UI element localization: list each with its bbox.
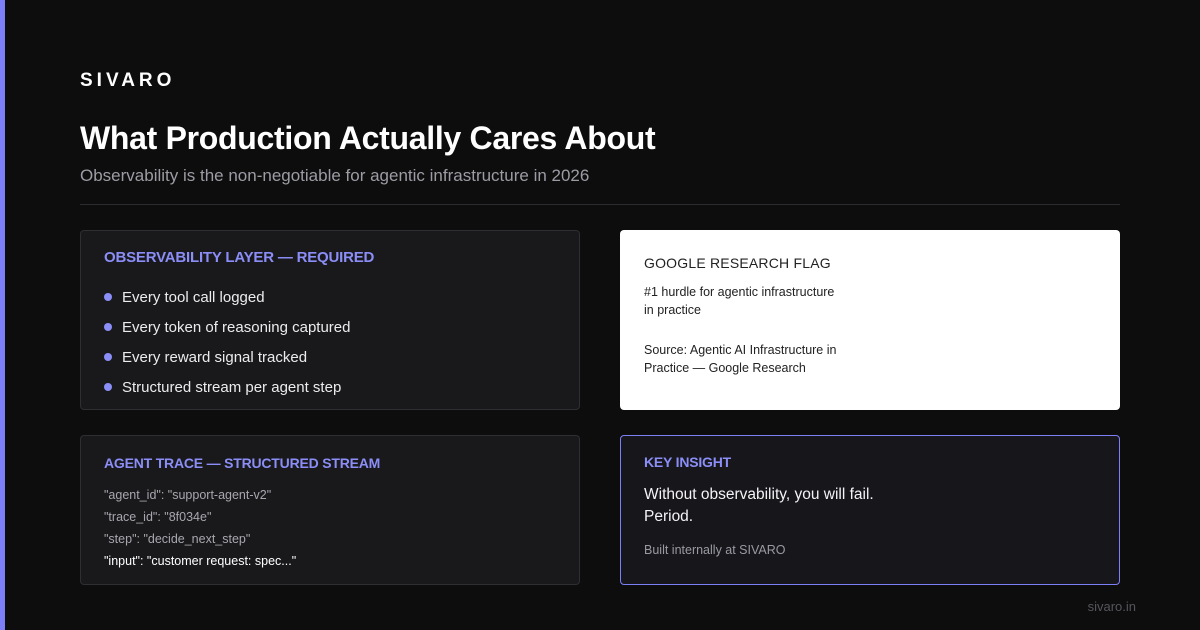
trace-card-heading: AGENT TRACE — STRUCTURED STREAM — [104, 455, 381, 471]
bullet-dot-icon — [104, 353, 112, 361]
observability-list: Every tool call logged Every token of re… — [104, 282, 556, 402]
trace-line-active: "input": "customer request: spec..." — [104, 554, 297, 568]
agent-trace-card: AGENT TRACE — STRUCTURED STREAM "agent_i… — [80, 435, 580, 585]
trace-line: "step": "decide_next_step" — [104, 532, 251, 546]
brand-logo: SIVARO — [80, 70, 176, 91]
google-card-heading: GOOGLE RESEARCH FLAG — [644, 255, 831, 271]
bullet-dot-icon — [104, 293, 112, 301]
insight-footnote: Built internally at SIVARO — [644, 543, 786, 557]
list-item: Every tool call logged — [104, 282, 556, 312]
bullet-dot-icon — [104, 383, 112, 391]
page-subtitle: Observability is the non-negotiable for … — [80, 166, 590, 185]
list-item: Every reward signal tracked — [104, 342, 556, 372]
list-item-label: Structured stream per agent step — [122, 378, 342, 396]
trace-lines: "agent_id": "support-agent-v2" "trace_id… — [104, 484, 556, 572]
list-item-label: Every token of reasoning captured — [122, 318, 351, 336]
observability-card: OBSERVABILITY LAYER — REQUIRED Every too… — [80, 230, 580, 410]
key-insight-card: KEY INSIGHT Without observability, you w… — [620, 435, 1120, 585]
google-card-source: Source: Agentic AI Infrastructure in Pra… — [644, 343, 837, 375]
header-divider — [80, 204, 1120, 205]
insight-card-heading: KEY INSIGHT — [644, 454, 732, 470]
list-item-label: Every tool call logged — [122, 288, 265, 306]
observability-card-heading: OBSERVABILITY LAYER — REQUIRED — [104, 249, 375, 266]
list-item-label: Every reward signal tracked — [122, 348, 308, 366]
trace-line: "trace_id": "8f034e" — [104, 510, 212, 524]
google-research-card: GOOGLE RESEARCH FLAG #1 hurdle for agent… — [620, 230, 1120, 410]
trace-line: "agent_id": "support-agent-v2" — [104, 488, 272, 502]
page-title: What Production Actually Cares About — [80, 120, 656, 156]
list-item: Every token of reasoning captured — [104, 312, 556, 342]
bullet-dot-icon — [104, 323, 112, 331]
google-card-hurdle: #1 hurdle for agentic infrastructure in … — [644, 285, 835, 317]
list-item: Structured stream per agent step — [104, 372, 556, 402]
footer-url: sivaro.in — [1087, 599, 1136, 614]
left-accent-bar — [0, 0, 5, 630]
insight-text: Without observability, you will fail. Pe… — [644, 486, 874, 525]
